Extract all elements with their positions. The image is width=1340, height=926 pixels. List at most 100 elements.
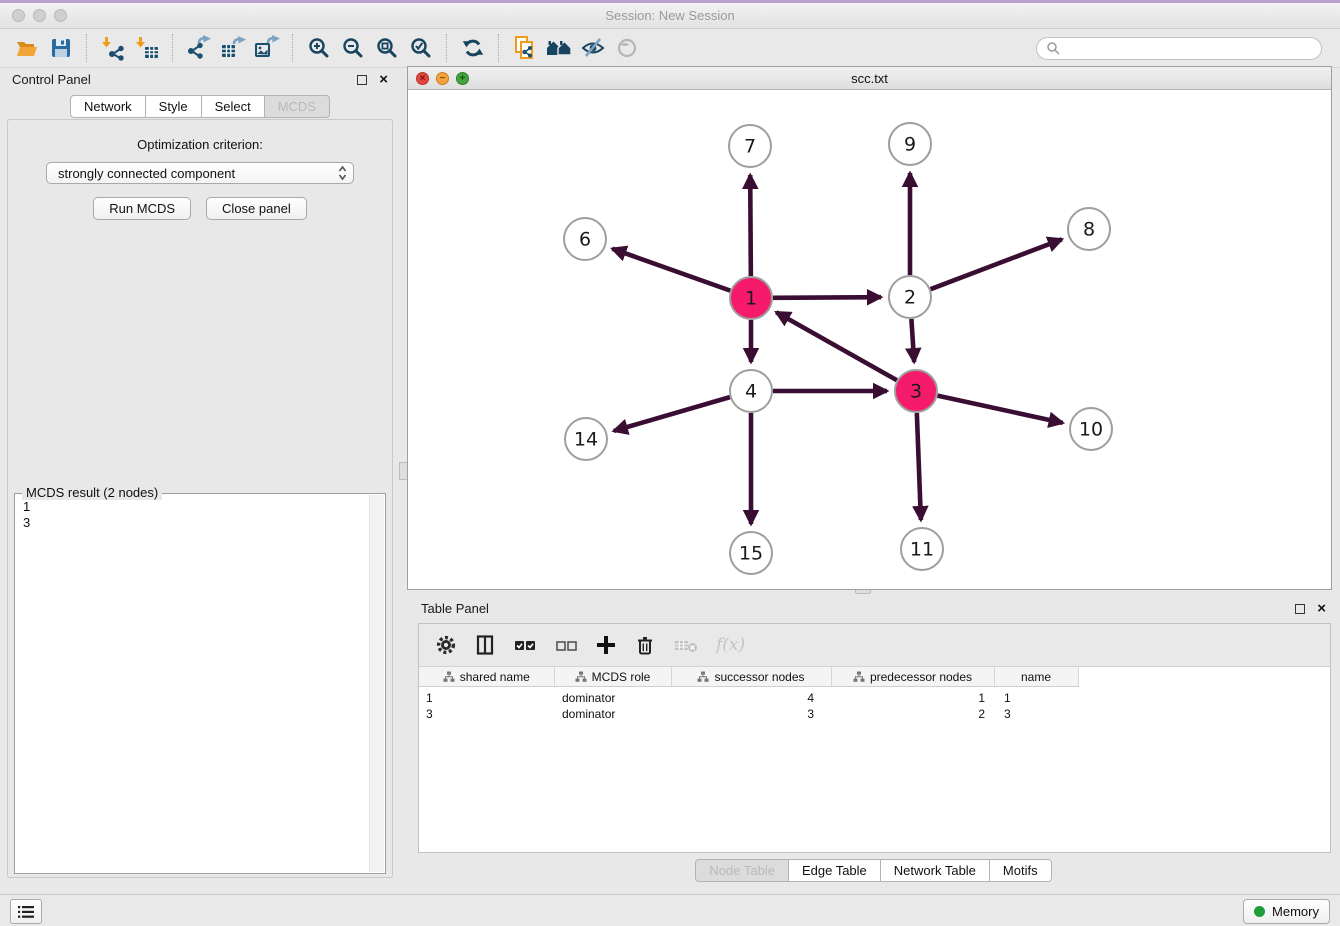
criterion-select[interactable]: strongly connected component <box>46 162 354 184</box>
plus-icon <box>595 634 617 656</box>
column-header-successor-nodes[interactable]: successor nodes <box>671 667 831 687</box>
graph-edge-2-3[interactable] <box>911 319 914 362</box>
clone-network-button[interactable] <box>508 32 542 64</box>
home-button[interactable] <box>542 32 576 64</box>
tree-icon <box>853 671 865 683</box>
close-window-button[interactable] <box>12 9 25 22</box>
zoom-in-button[interactable] <box>302 32 336 64</box>
graph-node-9[interactable]: 9 <box>889 123 931 165</box>
network-close-button[interactable]: × <box>416 72 429 85</box>
graph-node-label: 2 <box>904 287 916 309</box>
graph-node-11[interactable]: 11 <box>901 528 943 570</box>
close-panel-icon[interactable]: × <box>379 75 388 85</box>
graph-edge-2-8[interactable] <box>931 239 1062 289</box>
export-network-button[interactable] <box>182 32 216 64</box>
minimize-window-button[interactable] <box>33 9 46 22</box>
tab-style[interactable]: Style <box>145 95 202 118</box>
control-panel-title: Control Panel <box>12 72 91 87</box>
trash-icon <box>634 634 656 656</box>
tab-edge-table[interactable]: Edge Table <box>788 859 881 882</box>
open-session-button[interactable] <box>10 32 44 64</box>
column-header-predecessor-nodes[interactable]: predecessor nodes <box>831 667 994 687</box>
graph-node-1[interactable]: 1 <box>730 277 772 319</box>
graph-node-label: 11 <box>910 539 934 561</box>
node-table-area: shared nameMCDS rolesuccessor nodesprede… <box>419 667 1330 852</box>
graph-node-2[interactable]: 2 <box>889 276 931 318</box>
result-scrollbar[interactable] <box>369 495 384 872</box>
network-canvas[interactable]: 1 2 3 4 6 7 8 9 10 11 14 15 <box>408 89 1331 589</box>
apply-layout-button[interactable] <box>456 32 490 64</box>
graph-node-7[interactable]: 7 <box>729 125 771 167</box>
graph-edge-3-1[interactable] <box>776 312 897 380</box>
graph-node-8[interactable]: 8 <box>1068 208 1110 250</box>
table-cell: 1 <box>831 687 994 707</box>
graph-node-4[interactable]: 4 <box>730 370 772 412</box>
tab-motifs[interactable]: Motifs <box>989 859 1052 882</box>
network-minimize-button[interactable]: − <box>436 72 449 85</box>
zoom-selected-button[interactable] <box>404 32 438 64</box>
tree-icon <box>697 671 709 683</box>
import-network-button[interactable] <box>96 32 130 64</box>
table-row[interactable]: 3dominator323 <box>419 706 1078 722</box>
graph-edge-1-2[interactable] <box>773 297 881 298</box>
graph-node-6[interactable]: 6 <box>564 218 606 260</box>
column-header-shared-name[interactable]: shared name <box>419 667 554 687</box>
zoom-fit-button[interactable] <box>370 32 404 64</box>
graph-node-10[interactable]: 10 <box>1070 408 1112 450</box>
close-panel-icon[interactable]: × <box>1317 604 1326 614</box>
run-mcds-button[interactable]: Run MCDS <box>93 197 191 220</box>
maximize-window-button[interactable] <box>54 9 67 22</box>
tab-select[interactable]: Select <box>201 95 265 118</box>
import-table-icon <box>134 35 160 61</box>
toolbar-separator <box>86 34 88 62</box>
show-graphics-details-button[interactable] <box>610 32 644 64</box>
save-session-button[interactable] <box>44 32 78 64</box>
export-image-button[interactable] <box>250 32 284 64</box>
column-header-name[interactable]: name <box>994 667 1078 687</box>
import-network-icon <box>100 35 126 61</box>
close-panel-button[interactable]: Close panel <box>206 197 307 220</box>
graph-edge-3-10[interactable] <box>937 396 1062 423</box>
add-entry-button[interactable] <box>595 634 617 656</box>
graph-node-label: 8 <box>1083 219 1095 241</box>
graph-node-15[interactable]: 15 <box>730 532 772 574</box>
graph-edge-3-11[interactable] <box>917 413 921 520</box>
show-column-button[interactable] <box>474 634 496 656</box>
graph-node-3[interactable]: 3 <box>895 370 937 412</box>
hide-graphics-details-button[interactable] <box>576 32 610 64</box>
graph-node-label: 15 <box>739 543 763 565</box>
zoom-out-button[interactable] <box>336 32 370 64</box>
column-header-mcds-role[interactable]: MCDS role <box>554 667 671 687</box>
function-builder-button[interactable]: f(x) <box>716 635 745 655</box>
task-history-button[interactable] <box>10 899 42 924</box>
import-table-button[interactable] <box>130 32 164 64</box>
toolbar-separator <box>172 34 174 62</box>
table-header-row: shared nameMCDS rolesuccessor nodesprede… <box>419 667 1078 687</box>
graph-edge-4-14[interactable] <box>614 397 730 431</box>
search-input[interactable] <box>1066 40 1312 57</box>
memory-button[interactable]: Memory <box>1243 899 1330 924</box>
table-cell: 3 <box>994 706 1078 722</box>
graph-node-14[interactable]: 14 <box>565 418 607 460</box>
table-panel: Table Panel × <box>407 595 1340 890</box>
graph-edge-1-6[interactable] <box>612 249 730 291</box>
tab-network-table[interactable]: Network Table <box>880 859 990 882</box>
export-table-button[interactable] <box>216 32 250 64</box>
table-settings-button[interactable] <box>435 634 457 656</box>
tab-node-table[interactable]: Node Table <box>695 859 789 882</box>
float-panel-icon[interactable] <box>1295 604 1305 614</box>
graph-edge-1-7[interactable] <box>750 175 751 276</box>
float-panel-icon[interactable] <box>357 75 367 85</box>
network-maximize-button[interactable]: + <box>456 72 469 85</box>
main-toolbar <box>0 29 1340 68</box>
save-floppy-icon <box>48 35 74 61</box>
deselect-all-button[interactable] <box>554 634 578 656</box>
eye-disabled-icon <box>614 35 640 61</box>
tab-mcds[interactable]: MCDS <box>264 95 330 118</box>
delete-entry-button[interactable] <box>634 634 656 656</box>
delete-column-button[interactable] <box>673 634 699 656</box>
tab-network[interactable]: Network <box>70 95 146 118</box>
gear-icon <box>435 634 457 656</box>
select-all-button[interactable] <box>513 634 537 656</box>
table-row[interactable]: 1dominator411 <box>419 687 1078 707</box>
